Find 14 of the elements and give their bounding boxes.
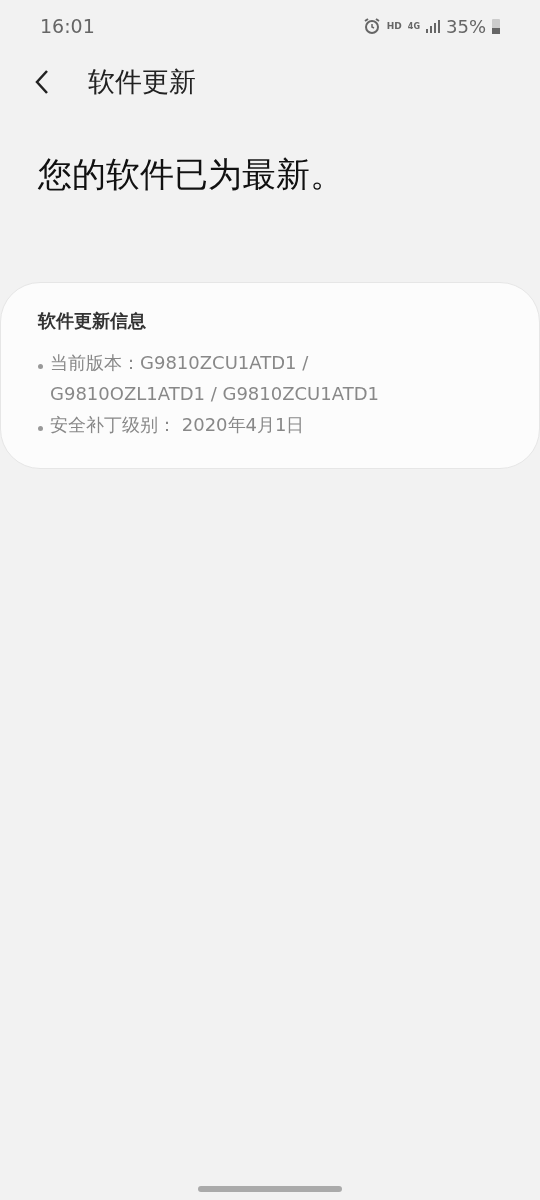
- info-text: 安全补丁级别： 2020年4月1日: [50, 413, 305, 437]
- network-label: HD: [386, 21, 402, 31]
- page-title: 软件更新: [88, 65, 196, 99]
- bullet-icon: [38, 426, 43, 431]
- card-title: 软件更新信息: [38, 309, 147, 333]
- network-type: 4G: [407, 21, 420, 31]
- status-headline: 您的软件已为最新。: [37, 153, 345, 196]
- signal-icon: [426, 19, 440, 33]
- status-time: 16:01: [40, 15, 95, 37]
- bullet-icon: [38, 364, 43, 369]
- battery-icon: [492, 18, 500, 34]
- alarm-icon: [362, 17, 381, 35]
- battery-percent: 35%: [446, 15, 486, 37]
- info-text: 当前版本：G9810ZCU1ATD1 / G9810OZL1ATD1 / G9810ZCU1ATD1: [50, 351, 380, 406]
